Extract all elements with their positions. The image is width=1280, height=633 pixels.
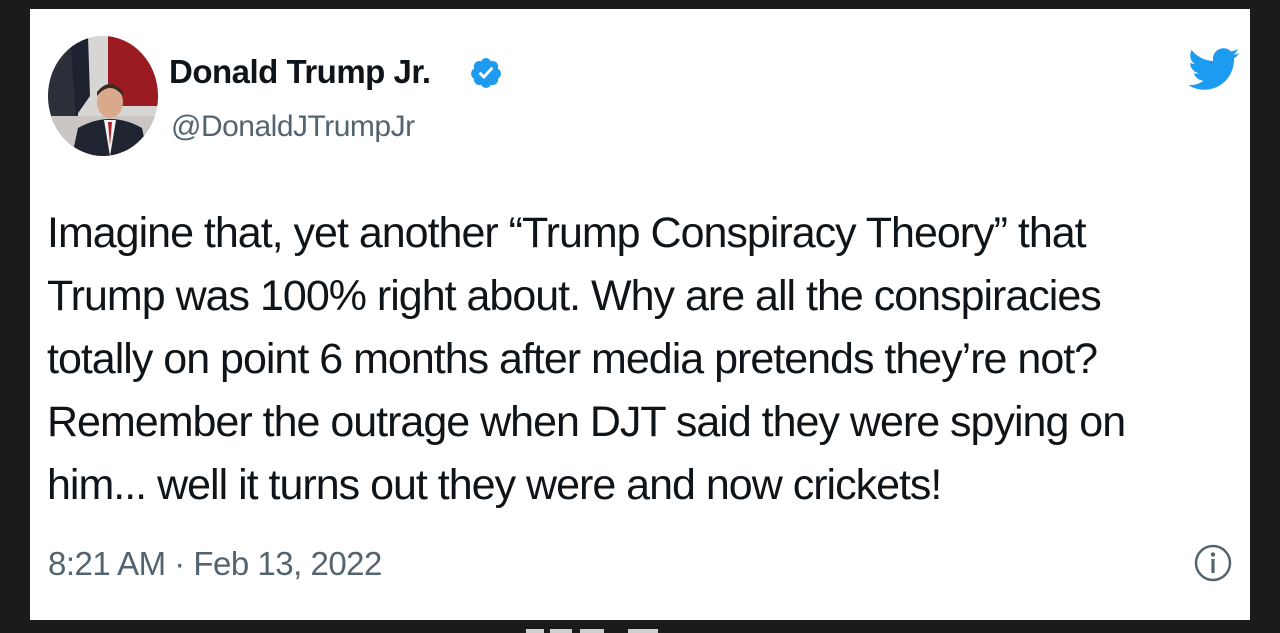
handle[interactable]: @DonaldJTrumpJr: [171, 110, 415, 144]
tweet-text-line: Imagine that, yet another “Trump Conspir…: [47, 209, 1087, 257]
avatar-photo: [48, 36, 158, 156]
display-name[interactable]: Donald Trump Jr.: [169, 53, 431, 91]
tweet-text: Imagine that, yet another “Trump Conspir…: [47, 202, 1242, 517]
tweet-text-line: him... well it turns out they were and n…: [47, 461, 942, 509]
verified-badge-icon: [471, 58, 501, 88]
tweet-text-line: Trump was 100% right about. Why are all …: [47, 272, 1102, 320]
avatar[interactable]: [48, 36, 158, 156]
tweet-card[interactable]: Donald Trump Jr. @DonaldJTrumpJr Imagine…: [30, 9, 1250, 620]
screenshot-frame: Donald Trump Jr. @DonaldJTrumpJr Imagine…: [0, 0, 1280, 633]
twitter-bird-icon[interactable]: [1186, 45, 1240, 93]
timestamp[interactable]: 8:21 AM · Feb 13, 2022: [48, 545, 382, 583]
tweet-text-line: totally on point 6 months after media pr…: [47, 335, 1098, 383]
info-icon[interactable]: [1193, 543, 1233, 583]
tweet-text-line: Remember the outrage when DJT said they …: [47, 398, 1126, 446]
cropped-content-fragment: [526, 629, 658, 633]
